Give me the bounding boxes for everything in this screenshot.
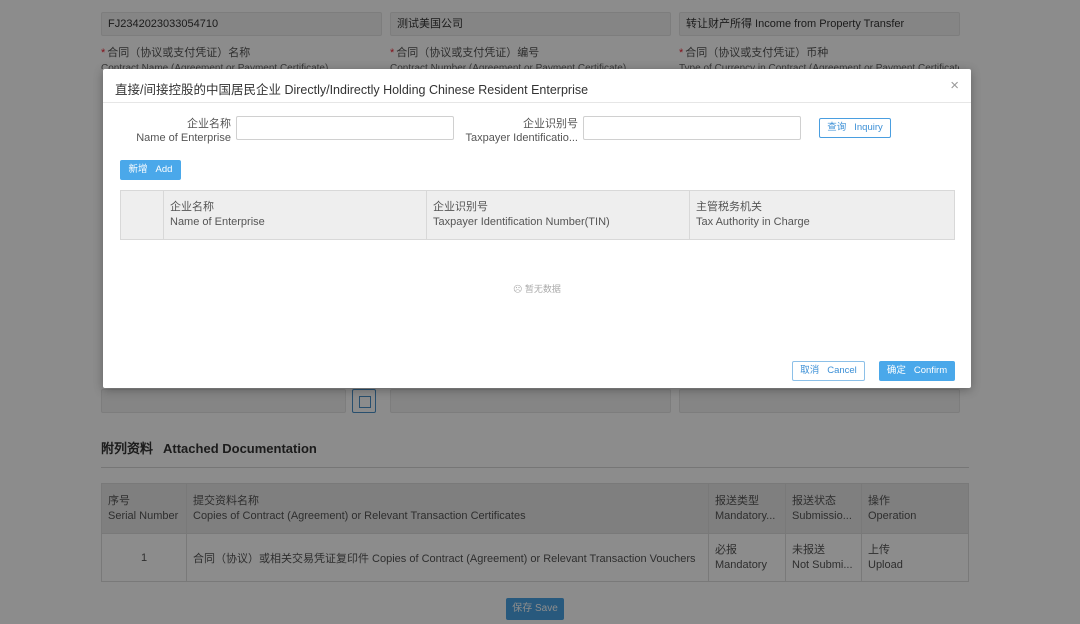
col-select <box>120 190 164 240</box>
enterprise-name-input[interactable] <box>236 116 454 140</box>
add-button[interactable]: 新增 Add <box>120 160 181 180</box>
col-enterprise-name: 企业名称 Name of Enterprise <box>163 190 427 240</box>
tin-label: 企业识别号 Taxpayer Identificatio... <box>465 118 578 144</box>
dialog-header: 直接/间接控股的中国居民企业 Directly/Indirectly Holdi… <box>103 69 971 103</box>
empty-state-text: ☹ 暂无数据 <box>513 284 561 294</box>
dialog-title: 直接/间接控股的中国居民企业 Directly/Indirectly Holdi… <box>115 83 589 97</box>
holding-enterprise-dialog: 直接/间接控股的中国居民企业 Directly/Indirectly Holdi… <box>103 69 971 388</box>
enterprise-table-header: 企业名称 Name of Enterprise 企业识别号 Taxpayer Ide… <box>120 190 955 240</box>
col-tin: 企业识别号 Taxpayer Identification Number(TIN) <box>426 190 690 240</box>
confirm-button[interactable]: 确定 Confirm <box>879 361 955 381</box>
cancel-button[interactable]: 取消 Cancel <box>792 361 865 381</box>
enterprise-table: 企业名称 Name of Enterprise 企业识别号 Taxpayer Ide… <box>120 190 955 240</box>
col-tax-authority: 主管税务机关 Tax Authority in Charge <box>689 190 955 240</box>
inquiry-button[interactable]: 查询 Inquiry <box>819 118 891 138</box>
close-icon[interactable]: × <box>950 78 959 93</box>
enterprise-name-label: 企业名称 Name of Enterprise <box>136 118 231 144</box>
tin-input[interactable] <box>583 116 801 140</box>
